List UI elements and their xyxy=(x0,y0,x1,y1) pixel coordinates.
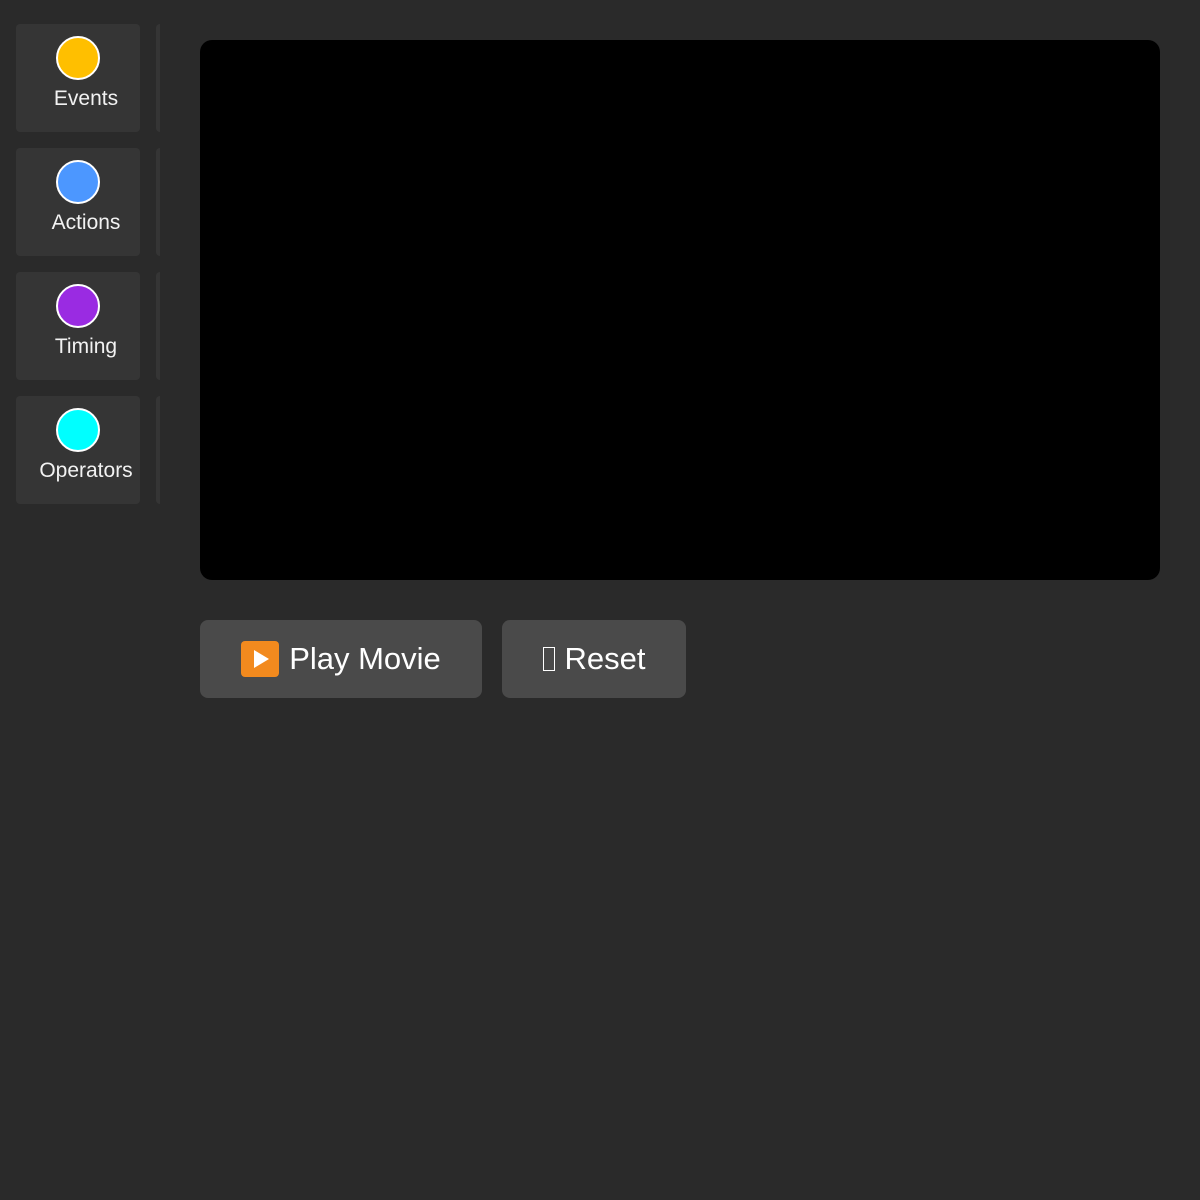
app-root: Events Actions Timing Operators Play Mov… xyxy=(0,0,1200,1200)
palette-scroll-edge xyxy=(156,148,160,256)
reset-button[interactable]: Reset xyxy=(502,620,686,698)
reset-icon xyxy=(542,647,555,671)
movie-stage[interactable] xyxy=(200,40,1160,580)
category-events[interactable]: Events xyxy=(16,24,140,132)
category-operators[interactable]: Operators xyxy=(16,396,140,504)
events-color-icon xyxy=(56,36,100,80)
category-timing[interactable]: Timing xyxy=(16,272,140,380)
palette-scroll-edge xyxy=(156,24,160,132)
category-label: Operators xyxy=(39,459,133,482)
reset-label: Reset xyxy=(564,641,646,676)
category-actions[interactable]: Actions xyxy=(16,148,140,256)
category-label: Timing xyxy=(54,335,118,358)
palette-scroll-edge xyxy=(156,272,160,380)
timing-color-icon xyxy=(56,284,100,328)
actions-color-icon xyxy=(56,160,100,204)
operators-color-icon xyxy=(56,408,100,452)
play-movie-label: Play Movie xyxy=(289,641,441,676)
play-movie-button[interactable]: Play Movie xyxy=(200,620,482,698)
play-icon xyxy=(241,641,280,677)
block-palette: Events Actions Timing Operators xyxy=(0,0,160,520)
category-label: Events xyxy=(53,87,119,110)
palette-scroll-edge xyxy=(156,396,160,504)
category-label: Actions xyxy=(51,211,121,234)
